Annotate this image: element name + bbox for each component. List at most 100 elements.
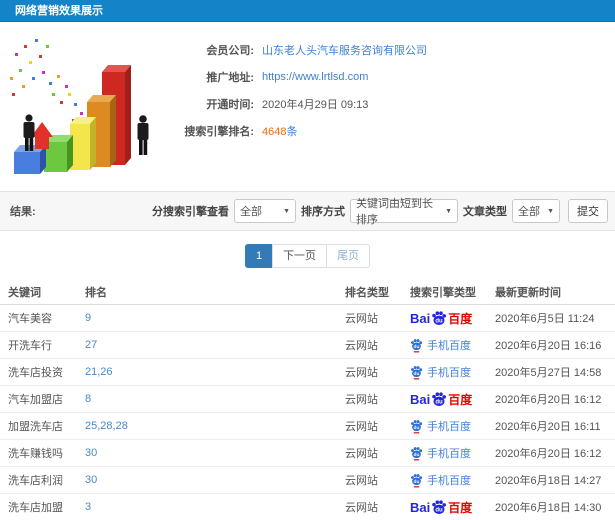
engine-select[interactable]: 全部 ▼ — [234, 199, 296, 223]
rank-count-suffix: 条 — [286, 125, 298, 138]
svg-text:du: du — [436, 318, 444, 324]
header-keyword: 关键词 — [8, 287, 41, 299]
engine-cell: Bai du 百度 — [410, 499, 495, 516]
engine-cell: Bai du 百度 — [410, 391, 495, 408]
mobile-baidu-label: 手机百度 — [427, 448, 471, 460]
keyword-cell: 洗车赚钱吗 — [8, 448, 63, 460]
rank-link[interactable]: 25,28,28 — [85, 420, 345, 432]
open-time-label: 开通时间: — [206, 98, 254, 111]
page-title: 网络营销效果展示 — [15, 5, 103, 17]
svg-text:du: du — [414, 370, 420, 376]
svg-text:du: du — [414, 478, 420, 484]
info-row-open-time: 开通时间: 2020年4月29日 09:13 — [162, 90, 427, 117]
baidu-paw-icon: du — [432, 311, 447, 325]
sort-select[interactable]: 关键词由短到长排序 ▼ — [350, 198, 458, 226]
keyword-cell: 洗车店投资 — [8, 367, 63, 379]
table-row: 洗车店加盟 3 云网站 Bai du 百度 2020年6月18日 14:30 — [0, 494, 615, 520]
rank-count-number: 4648 — [262, 125, 287, 138]
table-row: 汽车加盟店 8 云网站 Bai du 百度 2020年6月20日 16:12 — [0, 386, 615, 413]
company-info-list: 会员公司: 山东老人头汽车服务咨询有限公司 推广地址: https://www.… — [162, 36, 427, 144]
next-page-button[interactable]: 下一页 — [272, 244, 328, 268]
rank-link[interactable]: 30 — [85, 447, 345, 459]
rank-link[interactable]: 8 — [85, 393, 345, 405]
svg-text:du: du — [414, 451, 420, 457]
baidu-logo: Bai du 百度 — [410, 499, 472, 516]
mobile-baidu-label: 手机百度 — [427, 367, 471, 379]
info-section: 会员公司: 山东老人头汽车服务咨询有限公司 推广地址: https://www.… — [0, 22, 615, 191]
update-time-cell: 2020年6月5日 11:24 — [495, 313, 595, 325]
update-time-cell: 2020年5月27日 14:58 — [495, 367, 602, 379]
rank-type-cell: 云网站 — [345, 367, 378, 379]
svg-text:du: du — [436, 399, 444, 405]
mobile-baidu-logo: du 手机百度 — [410, 418, 471, 434]
engine-cell: du 手机百度 — [410, 337, 495, 353]
mobile-baidu-paw-icon: du — [411, 338, 423, 352]
rank-link[interactable]: 30 — [85, 474, 345, 486]
mobile-baidu-label: 手机百度 — [427, 475, 471, 487]
header-update-time: 最新更新时间 — [495, 287, 561, 299]
svg-text:du: du — [414, 424, 420, 430]
open-time-value: 2020年4月29日 09:13 — [262, 98, 369, 111]
result-label: 结果: — [10, 206, 36, 218]
bar-yellow — [70, 117, 96, 170]
rank-count-value: 4648条 — [262, 123, 297, 139]
svg-text:du: du — [414, 343, 420, 349]
engine-cell: Bai du 百度 — [410, 310, 495, 327]
rank-type-cell: 云网站 — [345, 448, 378, 460]
update-time-cell: 2020年6月20日 16:12 — [495, 394, 602, 406]
mobile-baidu-logo: du 手机百度 — [410, 472, 471, 488]
header-engine-type: 搜索引擎类型 — [410, 287, 476, 299]
page-1-button[interactable]: 1 — [244, 244, 274, 268]
rank-link[interactable]: 9 — [85, 312, 345, 324]
last-page-button[interactable]: 尾页 — [326, 244, 371, 268]
engine-cell: du 手机百度 — [410, 418, 495, 434]
table-row: 洗车店投资 21,26 云网站 du 手机百度 2020年5月27日 14:58 — [0, 359, 615, 386]
chevron-down-icon: ▼ — [547, 207, 554, 215]
table-header-row: 关键词 排名 排名类型 搜索引擎类型 最新更新时间 — [0, 280, 615, 305]
rank-type-cell: 云网站 — [345, 475, 378, 487]
rank-type-cell: 云网站 — [345, 502, 378, 514]
submit-button[interactable]: 提交 — [568, 199, 608, 223]
mobile-baidu-paw-icon: du — [411, 419, 423, 433]
sort-filter-label: 排序方式 — [301, 206, 345, 218]
mobile-baidu-paw-icon: du — [411, 446, 423, 460]
table-row: 加盟洗车店 25,28,28 云网站 du 手机百度 2020年6月20日 16… — [0, 413, 615, 440]
article-type-label: 文章类型 — [463, 206, 507, 218]
rank-link[interactable]: 27 — [85, 339, 345, 351]
baidu-logo-cn-text: 百度 — [448, 311, 473, 326]
keyword-cell: 汽车美容 — [8, 313, 52, 325]
keyword-cell: 开洗车行 — [8, 340, 52, 352]
pagination-wrap: 1 下一页 尾页 — [0, 244, 615, 268]
baidu-paw-icon: du — [432, 500, 447, 514]
pagination: 1 下一页 尾页 — [244, 244, 371, 268]
company-label: 会员公司: — [206, 44, 254, 57]
rank-link[interactable]: 21,26 — [85, 366, 345, 378]
promo-url-label: 推广地址: — [206, 71, 254, 84]
keyword-cell: 洗车店加盟 — [8, 502, 63, 514]
engine-cell: du 手机百度 — [410, 364, 495, 380]
baidu-logo-cn-text: 百度 — [448, 392, 473, 407]
baidu-logo-cn-text: 百度 — [448, 500, 473, 515]
baidu-paw-icon: du — [432, 392, 447, 406]
header-rank-type: 排名类型 — [345, 287, 389, 299]
article-type-select[interactable]: 全部 ▼ — [512, 199, 560, 223]
rank-type-cell: 云网站 — [345, 313, 378, 325]
chevron-down-icon: ▼ — [445, 207, 452, 215]
info-row-url: 推广地址: https://www.lrtlsd.com — [162, 63, 427, 90]
info-row-rank-count: 搜索引擎排名: 4648条 — [162, 117, 427, 144]
chevron-down-icon: ▼ — [283, 207, 290, 215]
baidu-logo-bai-text: Bai — [410, 499, 431, 515]
mobile-baidu-label: 手机百度 — [427, 421, 471, 433]
rank-link[interactable]: 3 — [85, 501, 345, 513]
keyword-rank-table: 关键词 排名 排名类型 搜索引擎类型 最新更新时间 汽车美容 9 云网站 Bai… — [0, 280, 615, 520]
engine-select-value: 全部 — [240, 206, 262, 218]
update-time-cell: 2020年6月20日 16:16 — [495, 340, 602, 352]
header-rank: 排名 — [85, 287, 107, 299]
promo-url-link[interactable]: https://www.lrtlsd.com — [262, 71, 368, 83]
company-name-link[interactable]: 山东老人头汽车服务咨询有限公司 — [262, 42, 427, 58]
baidu-logo: Bai du 百度 — [410, 310, 472, 327]
update-time-cell: 2020年6月18日 14:30 — [495, 502, 602, 514]
info-row-company: 会员公司: 山东老人头汽车服务咨询有限公司 — [162, 36, 427, 63]
header-bar: 网络营销效果展示 — [0, 0, 615, 22]
update-time-cell: 2020年6月20日 16:12 — [495, 448, 602, 460]
